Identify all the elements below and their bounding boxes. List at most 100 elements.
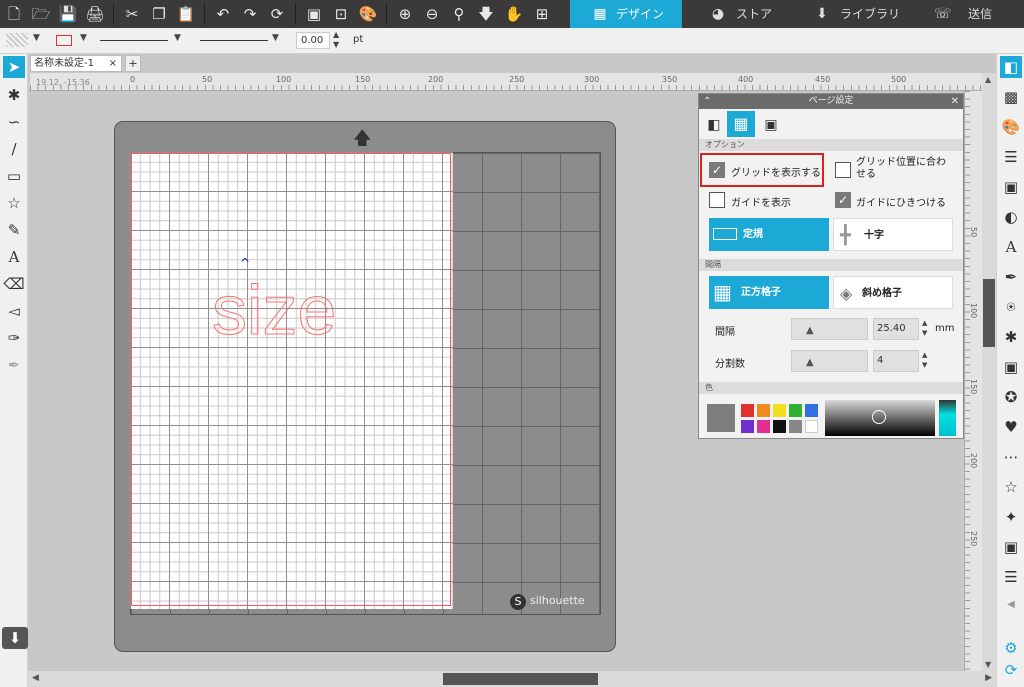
- show-guides-checkbox[interactable]: [709, 192, 725, 208]
- rhinestone-icon[interactable]: ⋯: [1000, 446, 1022, 468]
- group-icon[interactable]: ▣: [304, 4, 324, 24]
- color-swatch[interactable]: [773, 420, 786, 433]
- scroll-right-icon[interactable]: ▶: [985, 673, 992, 683]
- color-swatch[interactable]: [757, 420, 770, 433]
- stepper-icon[interactable]: ▲ ▼: [922, 318, 927, 338]
- cut-icon[interactable]: ✂: [122, 4, 142, 24]
- ungroup-icon[interactable]: ⊡: [331, 4, 351, 24]
- contrast-icon[interactable]: ◐: [1000, 206, 1022, 228]
- eraser-icon[interactable]: ⌫: [3, 273, 25, 295]
- hue-slider[interactable]: [939, 400, 956, 436]
- text-path-icon[interactable]: ✒: [1000, 266, 1022, 288]
- slider-handle-icon[interactable]: ▲: [806, 325, 814, 336]
- ruler-style-button[interactable]: 定規: [709, 218, 829, 251]
- collapse-icon[interactable]: ⌃: [703, 94, 711, 109]
- line-style-preview[interactable]: [100, 40, 168, 41]
- replicate-icon[interactable]: ▩: [1000, 86, 1022, 108]
- trace-icon[interactable]: ♥: [1000, 416, 1022, 438]
- fill-pattern-icon[interactable]: ▣: [1000, 176, 1022, 198]
- diagonal-grid-button[interactable]: ◈ 斜め格子: [833, 276, 953, 309]
- scroll-left-icon[interactable]: ◀: [32, 673, 39, 683]
- open-icon[interactable]: 🗁: [31, 4, 51, 24]
- crosshair-style-button[interactable]: ╋ 十字: [833, 218, 953, 251]
- spacing-slider[interactable]: ▲: [791, 318, 868, 340]
- line-style-icon[interactable]: ☰: [1000, 146, 1022, 168]
- divisions-input[interactable]: 4: [873, 350, 919, 372]
- rectangle-icon[interactable]: ▭: [3, 165, 25, 187]
- paste-icon[interactable]: 📋: [176, 4, 196, 24]
- tab-library[interactable]: ⬇ ライブラリ: [798, 0, 910, 28]
- snap-to-grid-checkbox[interactable]: [835, 162, 851, 178]
- print-icon[interactable]: 🖨: [85, 4, 105, 24]
- eyedropper-icon[interactable]: ✒: [3, 354, 25, 376]
- stepper-icon[interactable]: ▲ ▼: [922, 350, 927, 370]
- sketch-icon[interactable]: ☰: [1000, 566, 1022, 588]
- line-color-swatch[interactable]: [56, 35, 72, 46]
- horizontal-scrollbar[interactable]: ◀ ▶: [28, 671, 996, 687]
- tab-store[interactable]: ◕ ストア: [684, 0, 796, 28]
- expand-left-icon[interactable]: ◀: [1000, 594, 1022, 616]
- select-arrow-icon[interactable]: ➤: [3, 56, 25, 78]
- zoom-fit-icon[interactable]: ⚲: [449, 4, 469, 24]
- color-swatch[interactable]: [789, 420, 802, 433]
- save-icon[interactable]: 💾: [58, 4, 78, 24]
- slider-handle-icon[interactable]: ▲: [806, 357, 814, 368]
- canvas-text-object[interactable]: size: [211, 270, 336, 350]
- undo-icon[interactable]: ↶: [213, 4, 233, 24]
- settings-gear-icon[interactable]: ⚙: [1000, 637, 1022, 659]
- show-grid-checkbox[interactable]: ✓: [709, 162, 725, 178]
- text-style-icon[interactable]: A: [1000, 236, 1022, 258]
- chevron-down-icon[interactable]: ▼: [272, 33, 279, 43]
- line-width-input[interactable]: 0.00: [296, 32, 330, 49]
- color-swatch[interactable]: [789, 404, 802, 417]
- line-cap-preview[interactable]: [200, 40, 268, 41]
- curve-icon[interactable]: ∽: [3, 111, 25, 133]
- pan-hand-icon[interactable]: ✋: [504, 4, 524, 24]
- color-swatch[interactable]: [805, 404, 818, 417]
- add-icon[interactable]: ⊞: [532, 4, 552, 24]
- color-picker-cursor-icon[interactable]: [872, 410, 886, 424]
- library-icon[interactable]: ▣: [1000, 536, 1022, 558]
- stepper-icon[interactable]: ▲ ▼: [333, 30, 339, 50]
- chevron-down-icon[interactable]: ▼: [174, 33, 181, 43]
- add-tab-button[interactable]: +: [125, 55, 141, 72]
- color-swatch[interactable]: [773, 404, 786, 417]
- divisions-slider[interactable]: ▲: [791, 350, 868, 372]
- knife-icon[interactable]: ◅: [3, 300, 25, 322]
- pen-icon[interactable]: ✑: [3, 327, 25, 349]
- copy-icon[interactable]: ❐: [149, 4, 169, 24]
- sync-icon[interactable]: ⟳: [1000, 659, 1022, 681]
- color-gradient-picker[interactable]: [825, 400, 935, 436]
- page-area[interactable]: ^ size: [130, 152, 453, 609]
- current-grid-color[interactable]: [707, 404, 735, 432]
- new-icon[interactable]: 🗋: [4, 4, 24, 24]
- move-down-icon[interactable]: 🡇: [476, 4, 496, 24]
- fill-pattern-swatch[interactable]: [6, 33, 28, 47]
- color-swatch[interactable]: [741, 420, 754, 433]
- spacing-input[interactable]: 25.40: [873, 318, 919, 340]
- close-icon[interactable]: ✕: [951, 94, 959, 109]
- point-edit-icon[interactable]: ✱: [3, 84, 25, 106]
- line-icon[interactable]: ∕: [3, 138, 25, 160]
- palette-icon[interactable]: 🎨: [358, 4, 378, 24]
- zoom-out-icon[interactable]: ⊖: [422, 4, 442, 24]
- transform-icon[interactable]: ✱: [1000, 326, 1022, 348]
- align-icon[interactable]: ⍟: [1000, 296, 1022, 318]
- chevron-down-icon[interactable]: ▼: [33, 33, 40, 43]
- square-grid-button[interactable]: ▦ 正方格子: [709, 276, 829, 309]
- tab-send[interactable]: ☏ 送信: [912, 0, 1024, 28]
- redo-icon[interactable]: ↷: [240, 4, 260, 24]
- scroll-thumb[interactable]: [983, 279, 995, 347]
- puzzle-icon[interactable]: ✦: [1000, 506, 1022, 528]
- pencil-icon[interactable]: ✎: [3, 219, 25, 241]
- chevron-down-icon[interactable]: ▼: [80, 33, 87, 43]
- favorites-star-icon[interactable]: ☆: [1000, 476, 1022, 498]
- grid-settings-icon[interactable]: ▦: [727, 111, 755, 137]
- snap-to-guides-checkbox[interactable]: ✓: [835, 192, 851, 208]
- zoom-in-icon[interactable]: ⊕: [395, 4, 415, 24]
- vertical-scrollbar[interactable]: ▲ ▼: [982, 73, 996, 671]
- page-setup-icon[interactable]: ◧: [703, 113, 725, 137]
- offset-icon[interactable]: ✪: [1000, 386, 1022, 408]
- document-tab[interactable]: 名称未設定-1 ×: [30, 55, 122, 72]
- crop-marks-icon[interactable]: ▣: [760, 113, 782, 137]
